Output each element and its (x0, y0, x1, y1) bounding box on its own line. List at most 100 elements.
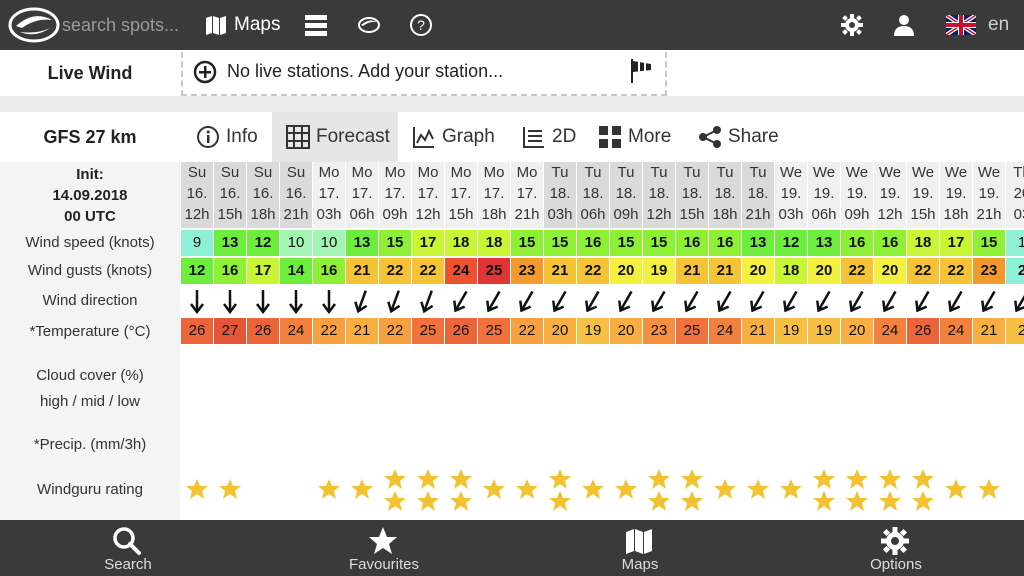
windguru-logo[interactable] (8, 6, 60, 44)
wind-speed-cell: 18 (907, 230, 939, 256)
user-button[interactable] (892, 0, 916, 50)
help-button[interactable]: ? (409, 0, 433, 50)
column-header: Tu 18. 15h (676, 162, 708, 228)
map-icon (626, 529, 652, 554)
column-day: Mo (351, 164, 373, 181)
column-hour: 18h (481, 206, 507, 223)
tab-2d[interactable]: 2D (516, 112, 582, 162)
column-hour: 21h (976, 206, 1002, 223)
temperature-cell: 24 (940, 318, 972, 344)
forecast-column[interactable]: Mo 17. 15h 18 24 26 (445, 162, 478, 520)
tab-graph[interactable]: Graph (406, 112, 501, 162)
forecast-column[interactable]: Su 16. 18h 12 17 26 (247, 162, 280, 520)
forecast-column[interactable]: Tu 18. 21h 13 20 21 (742, 162, 775, 520)
star-icon (369, 527, 397, 554)
gear-icon (881, 527, 909, 555)
wind-gusts-cell: 23 (511, 258, 543, 284)
forecast-column[interactable]: Mo 17. 21h 15 23 22 (511, 162, 544, 520)
add-circle-icon[interactable] (193, 60, 217, 84)
windguru-icon (358, 17, 380, 33)
settings-button[interactable] (840, 0, 864, 50)
search-input[interactable] (62, 10, 192, 40)
svg-text:?: ? (417, 17, 425, 33)
tab-more[interactable]: More (592, 112, 677, 162)
wind-speed-cell: 15 (544, 230, 576, 256)
forecast-column[interactable]: Tu 18. 09h 15 20 20 (610, 162, 643, 520)
wind-direction-cell (511, 286, 543, 316)
temperature-cell: 25 (412, 318, 444, 344)
gear-icon (841, 14, 863, 36)
forecast-column[interactable]: We 19. 06h 13 20 19 (808, 162, 841, 520)
column-day: Mo (483, 164, 505, 181)
wind-direction-cell (973, 286, 1005, 316)
column-header: Su 16. 18h (247, 162, 279, 228)
live-wind-message[interactable]: No live stations. Add your station... (227, 61, 503, 82)
column-day: We (779, 164, 803, 181)
forecast-column[interactable]: We 19. 09h 16 22 20 (841, 162, 874, 520)
wind-direction-cell (940, 286, 972, 316)
rating-cell (247, 468, 279, 518)
language-selector[interactable]: en (946, 0, 1009, 50)
temperature-cell: 23 (643, 318, 675, 344)
column-header: Tu 18. 09h (610, 162, 642, 228)
wind-arrow-icon (1014, 290, 1024, 313)
wind-gusts-cell: 19 (643, 258, 675, 284)
column-hour: 03 (1013, 206, 1024, 223)
forecast-column[interactable]: Tu 18. 06h 16 22 19 (577, 162, 610, 520)
forecast-column[interactable]: Tu 18. 18h 16 21 24 (709, 162, 742, 520)
rating-cell (973, 468, 1005, 518)
rating-star-icon (780, 479, 802, 499)
wind-gusts-cell: 22 (412, 258, 444, 284)
wind-direction-cell (709, 286, 741, 316)
forecast-column[interactable]: Su 16. 21h 10 14 24 (280, 162, 313, 520)
model-label[interactable]: GFS 27 km (0, 112, 180, 162)
forecast-column[interactable]: Mo 17. 18h 18 25 25 (478, 162, 511, 520)
nav-maps[interactable]: Maps (580, 520, 700, 576)
forecast-column[interactable]: Mo 17. 12h 17 22 25 (412, 162, 445, 520)
menu-button[interactable] (304, 0, 328, 50)
forecast-column[interactable]: We 19. 12h 16 20 24 (874, 162, 907, 520)
nav-favourites-label: Favourites (348, 556, 420, 573)
forecast-column[interactable]: Su 16. 12h 9 12 26 (181, 162, 214, 520)
forecast-column[interactable]: Mo 17. 03h 10 16 22 (313, 162, 346, 520)
forecast-column[interactable]: We 19. 21h 15 23 21 (973, 162, 1006, 520)
temperature-cell: 26 (247, 318, 279, 344)
rating-star-icon (549, 469, 571, 489)
forecast-column[interactable]: Th2003122 (1006, 162, 1024, 520)
forecast-column[interactable]: Tu 18. 03h 15 21 20 (544, 162, 577, 520)
tab-info[interactable]: Info (190, 112, 264, 162)
column-day: Tu (749, 164, 767, 181)
more-icon (599, 126, 621, 148)
wind-direction-cell (841, 286, 873, 316)
forecast-column[interactable]: Tu 18. 15h 16 21 25 (676, 162, 709, 520)
add-station-box[interactable]: No live stations. Add your station... (181, 52, 667, 96)
forecast-column[interactable]: We 19. 18h 17 22 24 (940, 162, 973, 520)
column-date: 19. (978, 185, 1000, 202)
maps-button[interactable]: Maps (204, 0, 280, 50)
rating-cell (643, 468, 675, 518)
wind-speed-cell: 15 (379, 230, 411, 256)
nav-favourites[interactable]: Favourites (324, 520, 444, 576)
column-header: We 19. 18h (940, 162, 972, 228)
precip-label: *Precip. (mm/3h) (33, 436, 147, 453)
tab-share[interactable]: Share (692, 112, 785, 162)
column-hour: 06h (349, 206, 375, 223)
wind-direction-cell (445, 286, 477, 316)
forecast-column[interactable]: Su 16. 15h 13 16 27 (214, 162, 247, 520)
tab-forecast[interactable]: Forecast (272, 112, 398, 162)
nav-search[interactable]: Search (68, 520, 188, 576)
wind-direction-cell (412, 286, 444, 316)
forecast-column[interactable]: We 19. 15h 18 22 26 (907, 162, 940, 520)
forecast-column[interactable]: Tu 18. 12h 15 19 23 (643, 162, 676, 520)
rating-star-icon (549, 491, 571, 511)
forecast-column[interactable]: Mo 17. 09h 15 22 22 (379, 162, 412, 520)
nav-options[interactable]: Options (836, 520, 956, 576)
wind-direction-cell (544, 286, 576, 316)
column-date: 18. (747, 185, 769, 202)
windguru-home-button[interactable] (357, 0, 381, 50)
wind-gusts-cell: 22 (907, 258, 939, 284)
wind-arrow-icon (585, 290, 600, 313)
forecast-column[interactable]: We 19. 03h 12 18 19 (775, 162, 808, 520)
forecast-column[interactable]: Mo 17. 06h 13 21 21 (346, 162, 379, 520)
wind-arrow-icon (651, 290, 666, 313)
